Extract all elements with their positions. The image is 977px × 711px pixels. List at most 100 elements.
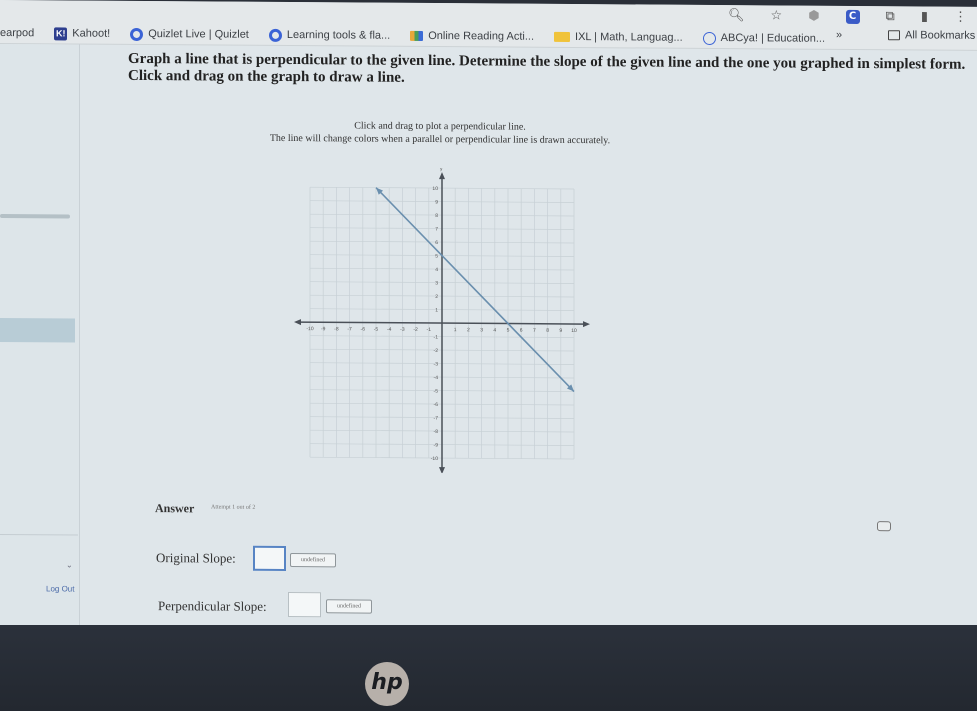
x-tick-label: -7: [347, 326, 352, 332]
y-tick-label: -8: [434, 429, 439, 435]
x-tick-label: 5: [507, 328, 510, 334]
x-tick-label: -1: [427, 327, 432, 333]
graph-instructions: Click and drag to plot a perpendicular l…: [230, 119, 650, 148]
y-tick-label: 4: [435, 267, 438, 273]
y-tick-label: -4: [434, 375, 439, 381]
extension-c-icon[interactable]: C: [845, 9, 860, 24]
y-tick-label: 1: [435, 308, 438, 314]
x-tick-label: -8: [334, 326, 339, 332]
quizlet-icon: [268, 28, 282, 42]
y-tick-label: 8: [435, 213, 438, 219]
original-undefined-button[interactable]: undefined: [290, 553, 336, 568]
x-tick-label: -6: [361, 327, 366, 333]
x-tick-label: 4: [493, 327, 496, 333]
browser-screen: 🔍︎ ☆ ⬢ C ⧉ ▮ ⋮ earpod K! Kahoot! Quizlet …: [0, 0, 977, 632]
question-text: Graph a line that is perpendicular to th…: [128, 51, 965, 91]
keypad-icon[interactable]: [877, 521, 891, 532]
bookmark-quizlet-live[interactable]: Quizlet Live | Quizlet: [130, 27, 249, 41]
x-tick-label: 1: [454, 327, 457, 333]
y-axis-arrow-up: [439, 172, 445, 180]
puzzle-icon[interactable]: ⧉: [886, 9, 895, 24]
y-tick-label: -2: [434, 348, 439, 354]
logout-link[interactable]: Log Out: [46, 584, 74, 593]
y-axis-arrow-down: [439, 467, 445, 475]
y-tick-label: 6: [435, 240, 438, 246]
perpendicular-undefined-button[interactable]: undefined: [326, 599, 372, 614]
bookmark-learning-tools[interactable]: Learning tools & fla...: [268, 28, 390, 42]
sidepanel-icon[interactable]: ▮: [921, 9, 928, 24]
x-tick-label: 8: [546, 328, 549, 334]
chart-icon: [410, 30, 424, 41]
bookmark-kahoot[interactable]: K! Kahoot!: [54, 26, 111, 40]
x-tick-label: -2: [413, 327, 418, 333]
bookmark-label: Quizlet Live | Quizlet: [148, 28, 249, 41]
x-tick-label: 9: [559, 328, 562, 334]
y-tick-label: 9: [435, 200, 438, 206]
extension-icon[interactable]: ⬢: [808, 9, 819, 24]
y-axis-label: y: [440, 167, 443, 172]
given-line: [375, 187, 575, 393]
sidebar-item[interactable]: [0, 214, 70, 219]
sidebar-divider: [0, 534, 78, 536]
bookmark-abcya[interactable]: ABCya! | Education...: [702, 31, 826, 45]
ixl-icon: [554, 31, 571, 42]
sidebar: ⌄ Log Out: [0, 44, 80, 632]
original-slope-input[interactable]: [253, 545, 286, 571]
bookmarks-bar: earpod K! Kahoot! Quizlet Live | Quizlet …: [0, 23, 975, 49]
x-tick-label: -4: [387, 327, 392, 333]
y-tick-label: 2: [435, 294, 438, 300]
x-tick-label: 2: [467, 327, 470, 333]
all-bookmarks-label: All Bookmarks: [905, 29, 976, 42]
perpendicular-slope-label: Perpendicular Slope:: [158, 598, 267, 614]
y-tick-label: -1: [434, 335, 439, 341]
bookmark-label: Online Reading Acti...: [428, 29, 535, 43]
x-tick-label: 10: [571, 328, 577, 334]
perpendicular-slope-input[interactable]: [288, 592, 321, 618]
y-tick-label: -5: [434, 389, 439, 395]
star-icon[interactable]: ☆: [771, 8, 783, 23]
bookmark-label: Kahoot!: [72, 27, 111, 40]
instruction-line-2: The line will change colors when a paral…: [269, 132, 611, 147]
x-axis-arrow-left: [294, 319, 301, 326]
hp-logo: hp: [365, 662, 409, 706]
bookmarks-overflow-button[interactable]: »: [836, 29, 842, 41]
sidebar-item-active[interactable]: [0, 318, 75, 343]
chevron-down-icon[interactable]: ⌄: [66, 560, 73, 569]
y-tick-label: -7: [434, 416, 439, 422]
y-tick-label: 5: [435, 254, 438, 260]
answer-heading: Answer: [155, 501, 195, 516]
laptop-bezel: [0, 625, 977, 711]
kahoot-icon: K!: [54, 26, 68, 40]
abcya-icon: [702, 31, 716, 45]
x-axis-arrow-right: [583, 321, 590, 328]
bookmark-label: ABCya! | Education...: [720, 32, 826, 45]
bookmark-label: earpod: [0, 27, 35, 40]
x-tick-label: 7: [533, 328, 536, 334]
bookmark-earpod[interactable]: earpod: [0, 27, 34, 39]
y-tick-label: -3: [434, 362, 439, 368]
x-tick-label: -9: [321, 326, 326, 332]
y-tick-label: 10: [432, 186, 438, 192]
bookmark-ixl[interactable]: IXL | Math, Languag...: [554, 31, 683, 44]
bookmark-label: IXL | Math, Languag...: [575, 31, 683, 44]
bookmark-online-reading[interactable]: Online Reading Acti...: [410, 30, 534, 43]
menu-icon[interactable]: ⋮: [954, 10, 967, 25]
x-tick-label: 3: [480, 327, 483, 333]
zoom-icon[interactable]: 🔍︎: [728, 8, 745, 23]
y-tick-label: 3: [435, 281, 438, 287]
quizlet-icon: [130, 27, 144, 41]
x-tick-label: -5: [374, 327, 379, 333]
y-tick-label: -9: [434, 443, 439, 449]
y-tick-label: 7: [435, 227, 438, 233]
x-tick-label: -3: [400, 327, 405, 333]
coordinate-graph[interactable]: xy-10-9-8-7-6-5-4-3-2-112345678910-10-9-…: [290, 167, 590, 475]
y-tick-label: -6: [434, 402, 439, 408]
attempt-counter: Attempt 1 out of 2: [211, 504, 256, 511]
all-bookmarks-button[interactable]: All Bookmarks: [888, 29, 975, 42]
folder-icon: [888, 30, 900, 41]
original-slope-label: Original Slope:: [156, 550, 236, 566]
x-tick-label: 6: [520, 328, 523, 334]
x-tick-label: -10: [306, 326, 313, 332]
toolbar-icons: 🔍︎ ☆ ⬢ C ⧉ ▮ ⋮: [728, 8, 967, 25]
browser-toolbar: 🔍︎ ☆ ⬢ C ⧉ ▮ ⋮ earpod K! Kahoot! Quizlet …: [0, 0, 977, 51]
